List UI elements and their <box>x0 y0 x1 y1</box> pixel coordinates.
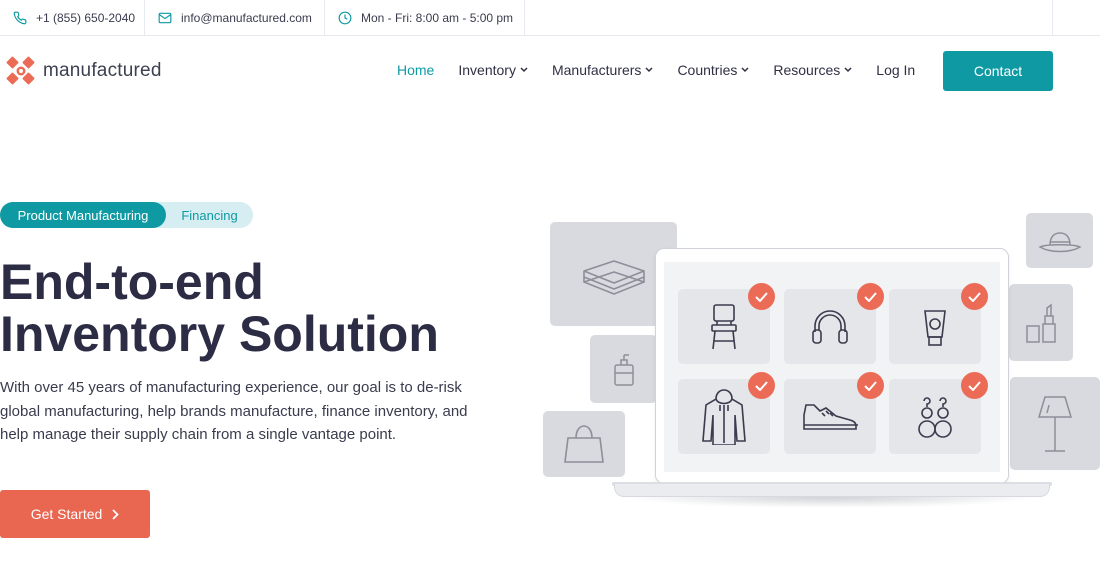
check-icon <box>968 291 981 302</box>
tile-soap <box>590 335 657 403</box>
get-started-label: Get Started <box>30 506 103 522</box>
sneaker-icon <box>803 403 858 430</box>
tile-hat <box>1026 213 1093 268</box>
check-icon <box>864 380 877 391</box>
hero-description: With over 45 years of manufacturing expe… <box>0 376 510 447</box>
chevron-right-icon <box>112 508 120 520</box>
hero-headline: End-to-end Inventory Solution <box>0 256 520 360</box>
description-line-1: With over 45 years of manufacturing expe… <box>0 379 462 396</box>
tile-cosmetics <box>1009 284 1073 361</box>
floor-lamp-icon <box>1037 395 1073 452</box>
check-badge <box>857 372 884 399</box>
nav-manufacturers-label: Manufacturers <box>551 62 642 78</box>
nav-countries[interactable]: Countries <box>677 62 749 78</box>
headline-line-2: Inventory Solution <box>0 306 439 362</box>
tab-financing[interactable]: Financing <box>166 208 253 223</box>
hoodie-icon <box>702 388 746 445</box>
towels-icon <box>582 260 645 295</box>
phone-number: +1 (855) 650-2040 <box>36 11 136 25</box>
contact-bar: +1 (855) 650-2040 info@manufactured.com … <box>0 0 1100 36</box>
hat-icon <box>1037 231 1082 252</box>
main-nav: manufactured Home Inventory Manufacturer… <box>0 36 1100 108</box>
tile-handbag <box>543 411 625 477</box>
clock-icon <box>338 11 352 25</box>
lotion-icon <box>924 309 946 346</box>
cosmetics-icon <box>1026 303 1056 343</box>
phone-icon <box>13 11 27 25</box>
check-icon <box>755 380 768 391</box>
mail-icon <box>158 12 172 24</box>
service-tabs: Product Manufacturing Financing <box>0 202 253 228</box>
tab-product-manufacturing[interactable]: Product Manufacturing <box>0 202 166 228</box>
email-contact[interactable]: info@manufactured.com <box>145 0 325 36</box>
soap-bottle-icon <box>613 354 634 386</box>
nav-menu: Home Inventory Manufacturers Countries R… <box>397 62 939 78</box>
nav-countries-label: Countries <box>677 62 738 78</box>
check-badge <box>748 372 775 399</box>
topbar-spacer <box>525 0 1053 35</box>
nav-home-label: Home <box>397 62 435 78</box>
check-icon <box>755 291 768 302</box>
hours-text: Mon - Fri: 8:00 am - 5:00 pm <box>361 11 514 25</box>
chevron-down-icon <box>645 67 653 73</box>
get-started-button[interactable]: Get Started <box>0 490 150 538</box>
check-icon <box>968 380 981 391</box>
headphones-icon <box>812 309 848 344</box>
nav-home[interactable]: Home <box>397 62 434 78</box>
nav-login-label: Log In <box>876 62 916 78</box>
nav-resources-label: Resources <box>773 62 841 78</box>
check-badge <box>748 283 775 310</box>
chevron-down-icon <box>741 67 749 73</box>
chevron-down-icon <box>520 67 528 73</box>
description-line-3: help manage their supply chain from a si… <box>0 426 397 443</box>
nav-inventory-label: Inventory <box>458 62 516 78</box>
headline-line-1: End-to-end <box>0 254 264 310</box>
check-badge <box>961 372 988 399</box>
nav-resources[interactable]: Resources <box>773 62 852 78</box>
tile-lamp <box>1010 377 1100 470</box>
logo-mark-icon <box>6 56 35 85</box>
nav-inventory[interactable]: Inventory <box>458 62 528 78</box>
check-icon <box>864 291 877 302</box>
handbag-icon <box>564 425 604 463</box>
chair-icon <box>711 303 737 349</box>
contact-button[interactable]: Contact <box>943 51 1053 91</box>
phone-contact[interactable]: +1 (855) 650-2040 <box>0 0 145 36</box>
business-hours: Mon - Fri: 8:00 am - 5:00 pm <box>325 0 525 36</box>
laptop-base <box>614 484 1050 497</box>
nav-login[interactable]: Log In <box>876 62 915 78</box>
earrings-icon <box>918 396 952 438</box>
email-address: info@manufactured.com <box>181 11 312 25</box>
nav-manufacturers[interactable]: Manufacturers <box>552 62 653 78</box>
description-line-2: global manufacturing, help brands manufa… <box>0 402 468 420</box>
chevron-down-icon <box>844 67 852 73</box>
check-badge <box>961 283 988 310</box>
logo[interactable]: manufactured <box>5 55 162 87</box>
check-badge <box>857 283 884 310</box>
brand-name: manufactured <box>43 60 162 81</box>
